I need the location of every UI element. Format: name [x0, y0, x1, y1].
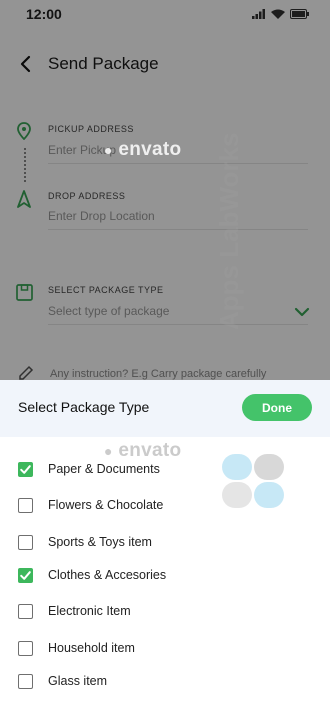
- package-option-label: Flowers & Chocolate: [48, 498, 164, 512]
- modal-backdrop[interactable]: [0, 0, 330, 380]
- checkbox-unchecked[interactable]: [18, 535, 33, 550]
- brand-logo-watermark: [222, 454, 284, 508]
- package-option-label: Electronic Item: [48, 604, 131, 618]
- checkbox-checked[interactable]: [18, 568, 33, 583]
- done-button[interactable]: Done: [242, 394, 312, 421]
- sheet-title: Select Package Type: [18, 399, 150, 415]
- package-option[interactable]: Glass item: [18, 672, 298, 694]
- package-option[interactable]: Household item: [18, 639, 298, 661]
- checkbox-unchecked[interactable]: [18, 674, 33, 689]
- package-option[interactable]: Electronic Item: [18, 602, 298, 624]
- package-option-label: Clothes & Accesories: [48, 568, 167, 582]
- package-option-label: Paper & Documents: [48, 462, 160, 476]
- package-option-label: Glass item: [48, 674, 108, 688]
- envato-watermark: ● envato: [104, 139, 182, 160]
- checkmark-icon: [20, 465, 31, 474]
- checkbox-checked[interactable]: [18, 462, 33, 477]
- package-option-label: Sports & Toys item: [48, 535, 152, 549]
- checkmark-icon: [20, 571, 31, 580]
- package-option[interactable]: Clothes & Accesories: [18, 566, 298, 588]
- vertical-watermark: Apps LabWorks: [214, 132, 244, 330]
- checkbox-unchecked[interactable]: [18, 641, 33, 656]
- package-option-label: Household item: [48, 641, 135, 655]
- checkbox-unchecked[interactable]: [18, 604, 33, 619]
- checkbox-unchecked[interactable]: [18, 498, 33, 513]
- package-option[interactable]: Sports & Toys item: [18, 533, 298, 555]
- sheet-header: Select Package Type Done: [0, 380, 330, 437]
- envato-watermark-bottom: ● envato: [104, 440, 182, 461]
- package-type-sheet: Select Package Type Done Paper & Documen…: [0, 380, 330, 715]
